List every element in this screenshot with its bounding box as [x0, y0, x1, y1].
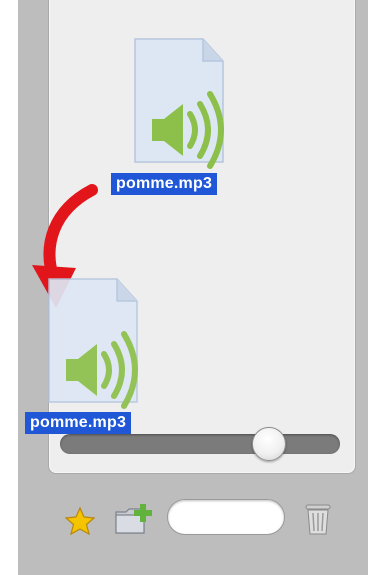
file-item[interactable] — [120, 34, 260, 174]
file-name-label-dragged[interactable]: pomme.mp3 — [25, 412, 132, 434]
trash-icon[interactable] — [303, 502, 333, 536]
audio-file-icon — [48, 278, 138, 409]
star-icon[interactable] — [64, 506, 96, 536]
search-input[interactable] — [167, 499, 285, 535]
audio-file-icon — [134, 38, 224, 169]
icon-size-slider-track[interactable] — [60, 434, 340, 454]
new-folder-icon[interactable] — [114, 502, 156, 536]
file-name-label[interactable]: pomme.mp3 — [111, 173, 218, 195]
icon-size-slider-thumb[interactable] — [252, 427, 286, 461]
file-item-dragged[interactable] — [34, 274, 174, 414]
